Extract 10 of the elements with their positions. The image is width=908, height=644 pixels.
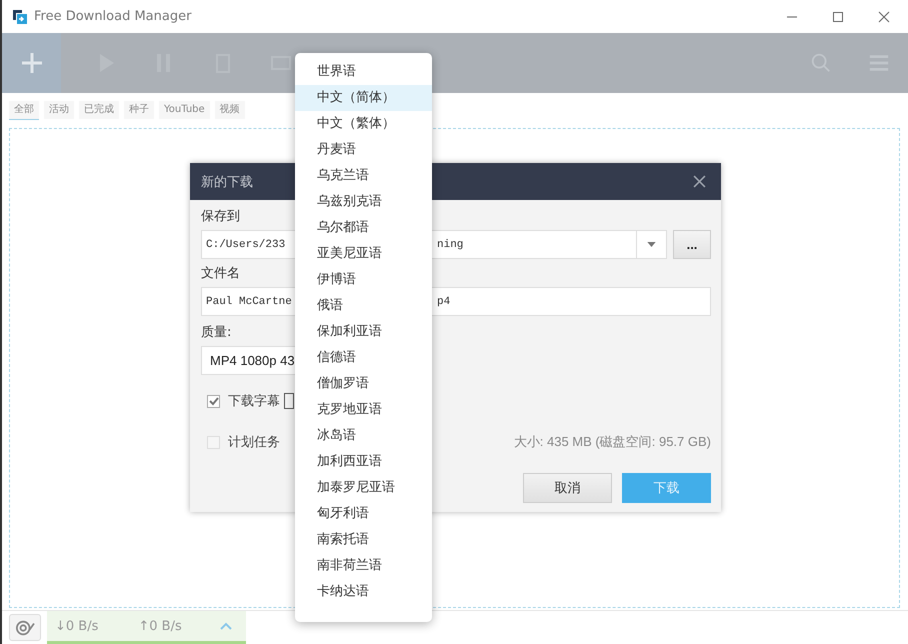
size-info: 大小: 435 MB (磁盘空间: 95.7 GB) — [514, 433, 711, 451]
upload-speed: ↑0 B/s — [138, 618, 182, 634]
dialog-title: 新的下载 — [201, 174, 253, 190]
field-label: 质量: — [201, 324, 232, 342]
window-title: Free Download Manager — [34, 9, 192, 24]
checkbox-label: 下载字幕 — [228, 393, 280, 410]
checkbox-label: 计划任务 — [228, 434, 280, 451]
field-label: 文件名 — [201, 265, 240, 283]
field-label: 保存到 — [201, 208, 240, 226]
download-speed: ↓0 B/s — [55, 618, 98, 634]
